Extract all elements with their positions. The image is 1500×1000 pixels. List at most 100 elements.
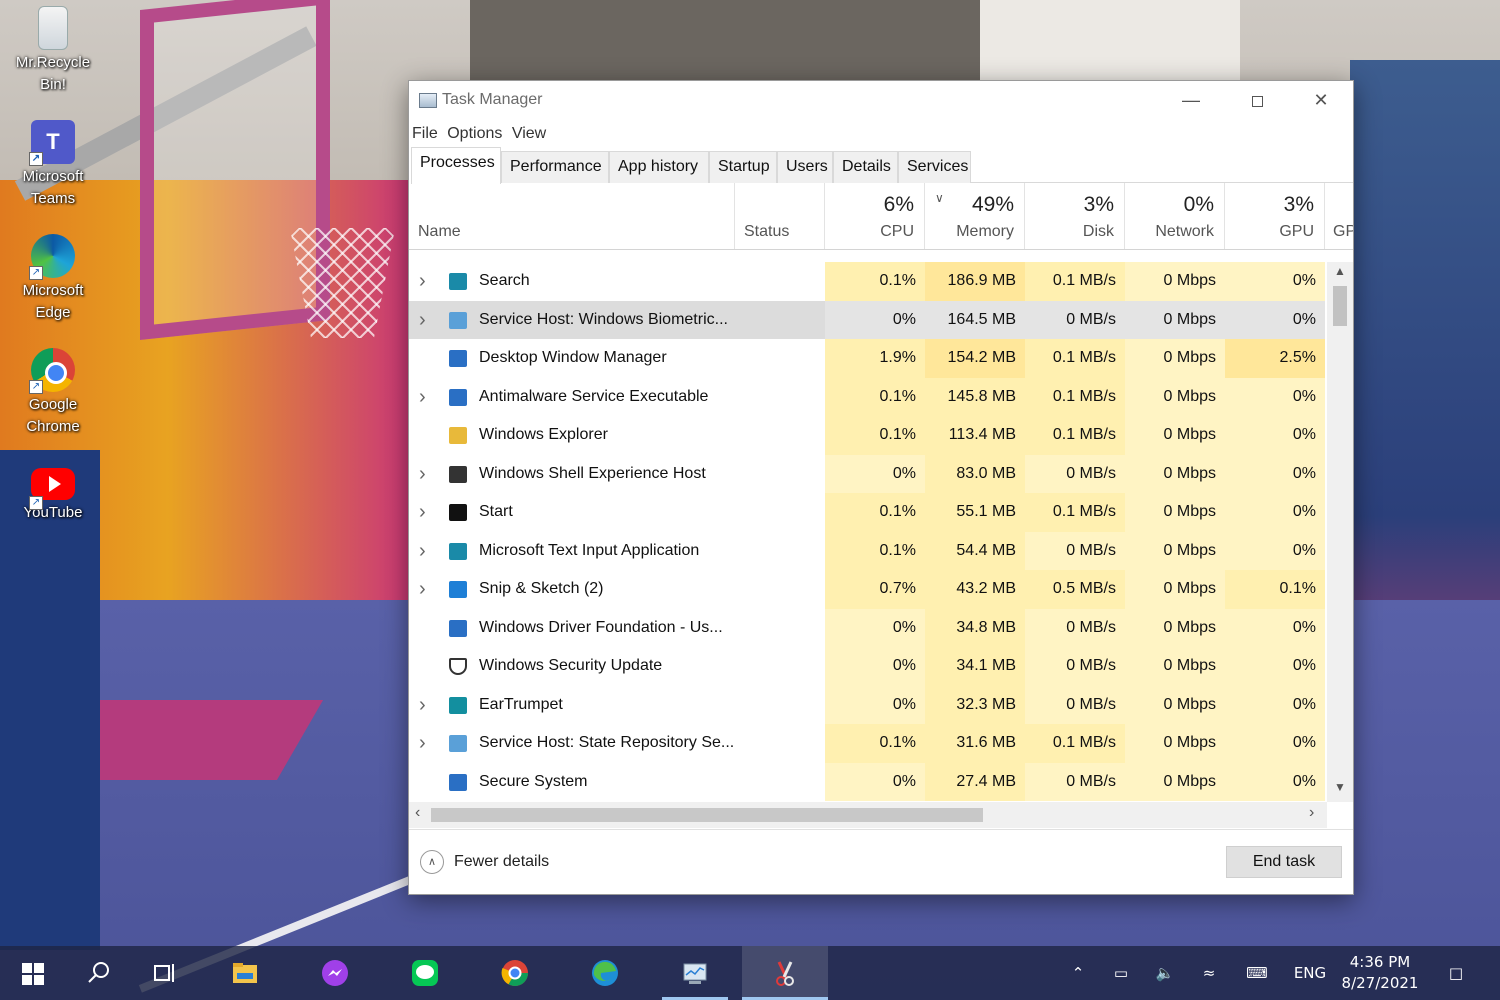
start-button[interactable] [0, 946, 66, 1000]
vertical-scroll-thumb[interactable] [1333, 286, 1347, 326]
column-header-cpu[interactable]: 6% CPU [825, 183, 925, 249]
touch-keyboard-icon[interactable]: ⌨ [1236, 946, 1278, 1000]
wallpaper-backboard [140, 0, 330, 340]
tab-users[interactable]: Users [777, 151, 833, 183]
process-cpu-cell: 1.9% [825, 339, 925, 378]
close-button[interactable]: ✕ [1289, 81, 1353, 121]
process-cpu-cell: 0.1% [825, 531, 925, 570]
expand-chevron-icon[interactable]: › [419, 724, 426, 762]
process-disk-cell: 0.1 MB/s [1025, 377, 1125, 416]
taskbar-edge[interactable] [572, 946, 638, 1000]
process-gpu-cell: 2.5% [1225, 339, 1325, 378]
process-row[interactable]: › Microsoft Text Input Application 0.1% 54.… [409, 531, 1327, 570]
expand-chevron-icon[interactable]: › [419, 532, 426, 570]
expand-chevron-icon[interactable]: › [419, 262, 426, 300]
column-label-network: Network [1155, 223, 1214, 240]
column-header-memory[interactable]: ∨ 49% Memory [925, 183, 1025, 249]
taskbar-chrome[interactable] [482, 946, 548, 1000]
volume-icon[interactable]: 🔈 [1150, 946, 1180, 1000]
column-header-status[interactable]: Status [735, 183, 825, 249]
desktop-icon-chrome[interactable]: ↗ Google Chrome [8, 348, 98, 438]
taskbar-snip-sketch[interactable] [742, 946, 828, 1000]
scroll-up-icon[interactable]: ▲ [1327, 264, 1353, 284]
process-row[interactable]: › Service Host: State Repository Se... 0.1… [409, 724, 1327, 763]
column-header-gpu-engine[interactable]: GP [1325, 183, 1353, 249]
expand-chevron-icon[interactable]: › [419, 493, 426, 531]
expand-chevron-icon[interactable]: › [419, 378, 426, 416]
process-name: Snip & Sketch (2) [479, 580, 604, 597]
fewer-details-toggle[interactable]: ∧ Fewer details [420, 850, 549, 874]
tab-processes[interactable]: Processes [411, 147, 501, 184]
expand-chevron-icon[interactable]: › [419, 301, 426, 339]
column-header-network[interactable]: 0% Network [1125, 183, 1225, 249]
scroll-right-icon[interactable]: › [1309, 804, 1314, 822]
desktop-icon-youtube[interactable]: ↗ YouTube [8, 460, 98, 524]
tab-services[interactable]: Services [898, 151, 971, 183]
process-row[interactable]: Secure System 0% 27.4 MB 0 MB/s 0 Mbps 0% [409, 762, 1327, 801]
column-header-disk[interactable]: 3% Disk [1025, 183, 1125, 249]
horizontal-scroll-thumb[interactable] [431, 808, 983, 822]
process-disk-cell: 0.1 MB/s [1025, 724, 1125, 763]
column-header-name[interactable]: Name [409, 183, 735, 249]
cpu-total-percent: 6% [883, 193, 914, 216]
taskbar: ⌃ ▭ 🔈 ≈ ⌨ ENG 4:36 PM 8/27/2021 □ [0, 946, 1500, 1000]
tab-performance[interactable]: Performance [501, 151, 609, 183]
gpu-total-percent: 3% [1283, 193, 1314, 216]
process-row[interactable]: › Snip & Sketch (2) 0.7% 43.2 MB 0.5 MB/s 0 M… [409, 570, 1327, 609]
taskbar-task-manager[interactable] [662, 946, 728, 1000]
process-memory-cell: 113.4 MB [925, 416, 1025, 455]
process-name: Secure System [479, 772, 588, 790]
tab-details[interactable]: Details [833, 151, 898, 183]
title-bar[interactable]: Task Manager — ✕ [409, 81, 1353, 121]
system-clock[interactable]: 4:36 PM 8/27/2021 [1330, 952, 1430, 994]
column-header-gpu[interactable]: 3% GPU [1225, 183, 1325, 249]
menu-file[interactable]: File [412, 125, 438, 142]
desktop-icon-teams[interactable]: T ↗ Microsoft Teams [8, 120, 98, 210]
process-row[interactable]: Windows Explorer 0.1% 113.4 MB 0.1 MB/s 0 Mb… [409, 416, 1327, 455]
expand-chevron-icon[interactable]: › [419, 686, 426, 724]
process-row[interactable]: › Service Host: Windows Biometric... 0% 164… [409, 300, 1327, 339]
search-icon [88, 962, 109, 983]
process-row[interactable]: › Windows Shell Experience Host 0% 83.0 MB 0… [409, 454, 1327, 493]
taskbar-messenger[interactable] [302, 946, 368, 1000]
window-app-icon [449, 350, 467, 367]
text-input-icon [449, 542, 467, 560]
taskbar-search-button[interactable] [66, 946, 132, 1000]
menu-options[interactable]: Options [447, 125, 502, 142]
scroll-down-icon[interactable]: ▼ [1327, 780, 1353, 800]
process-row[interactable]: Desktop Window Manager 1.9% 154.2 MB 0.1 MB… [409, 339, 1327, 378]
process-disk-cell: 0 MB/s [1025, 454, 1125, 493]
process-row[interactable]: › Antimalware Service Executable 0.1% 145.8… [409, 377, 1327, 416]
desktop-icon-recycle-bin[interactable]: Mr.Recycle Bin! [8, 6, 98, 96]
end-task-button[interactable]: End task [1226, 846, 1342, 878]
show-hidden-icons-button[interactable]: ⌃ [1064, 946, 1092, 1000]
process-row[interactable]: › EarTrumpet 0% 32.3 MB 0 MB/s 0 Mbps 0% [409, 685, 1327, 724]
process-row[interactable]: › Start 0.1% 55.1 MB 0.1 MB/s 0 Mbps 0% [409, 493, 1327, 532]
taskbar-line[interactable] [392, 946, 458, 1000]
tab-startup[interactable]: Startup [709, 151, 777, 183]
battery-icon[interactable]: ▭ [1106, 946, 1136, 1000]
expand-chevron-icon[interactable]: › [419, 455, 426, 493]
expand-chevron-icon[interactable]: › [419, 570, 426, 608]
notification-center-icon[interactable]: □ [1440, 946, 1472, 1000]
maximize-button[interactable] [1225, 81, 1289, 121]
vertical-scrollbar[interactable]: ▲ ▼ [1327, 262, 1353, 802]
task-view-button[interactable] [132, 946, 198, 1000]
process-row[interactable]: Windows Driver Foundation - Us... 0% 34.8 … [409, 608, 1327, 647]
process-gpu-cell: 0% [1225, 685, 1325, 724]
process-disk-cell: 0 MB/s [1025, 762, 1125, 801]
taskbar-file-explorer[interactable] [212, 946, 278, 1000]
process-row[interactable]: › Search 0.1% 186.9 MB 0.1 MB/s 0 Mbps 0% [409, 262, 1327, 301]
scroll-left-icon[interactable]: ‹ [415, 804, 420, 822]
process-row[interactable]: Windows Security Update 0% 34.1 MB 0 MB/s 0 … [409, 647, 1327, 686]
desktop-icon-edge[interactable]: ↗ Microsoft Edge [8, 234, 98, 324]
process-gpu-cell: 0% [1225, 262, 1325, 301]
process-status-cell [735, 416, 825, 455]
horizontal-scrollbar[interactable]: ‹ › [409, 802, 1327, 828]
process-network-cell: 0 Mbps [1125, 454, 1225, 493]
menu-view[interactable]: View [512, 125, 546, 142]
minimize-button[interactable]: — [1159, 81, 1223, 121]
wifi-icon[interactable]: ≈ [1194, 946, 1224, 1000]
tab-app-history[interactable]: App history [609, 151, 709, 183]
input-language-indicator[interactable]: ENG [1290, 946, 1330, 1000]
